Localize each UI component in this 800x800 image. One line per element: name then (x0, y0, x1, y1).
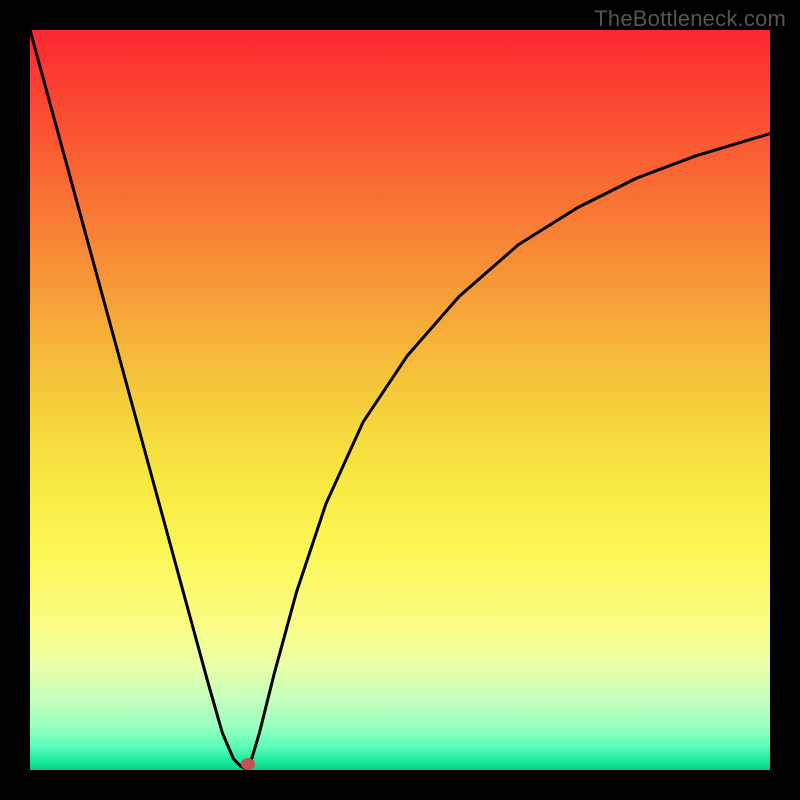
bottleneck-curve-path (30, 30, 770, 770)
curve-svg (30, 30, 770, 770)
watermark-text: TheBottleneck.com (594, 6, 786, 32)
minimum-marker (241, 758, 255, 770)
chart-frame: TheBottleneck.com (0, 0, 800, 800)
plot-area (30, 30, 770, 770)
